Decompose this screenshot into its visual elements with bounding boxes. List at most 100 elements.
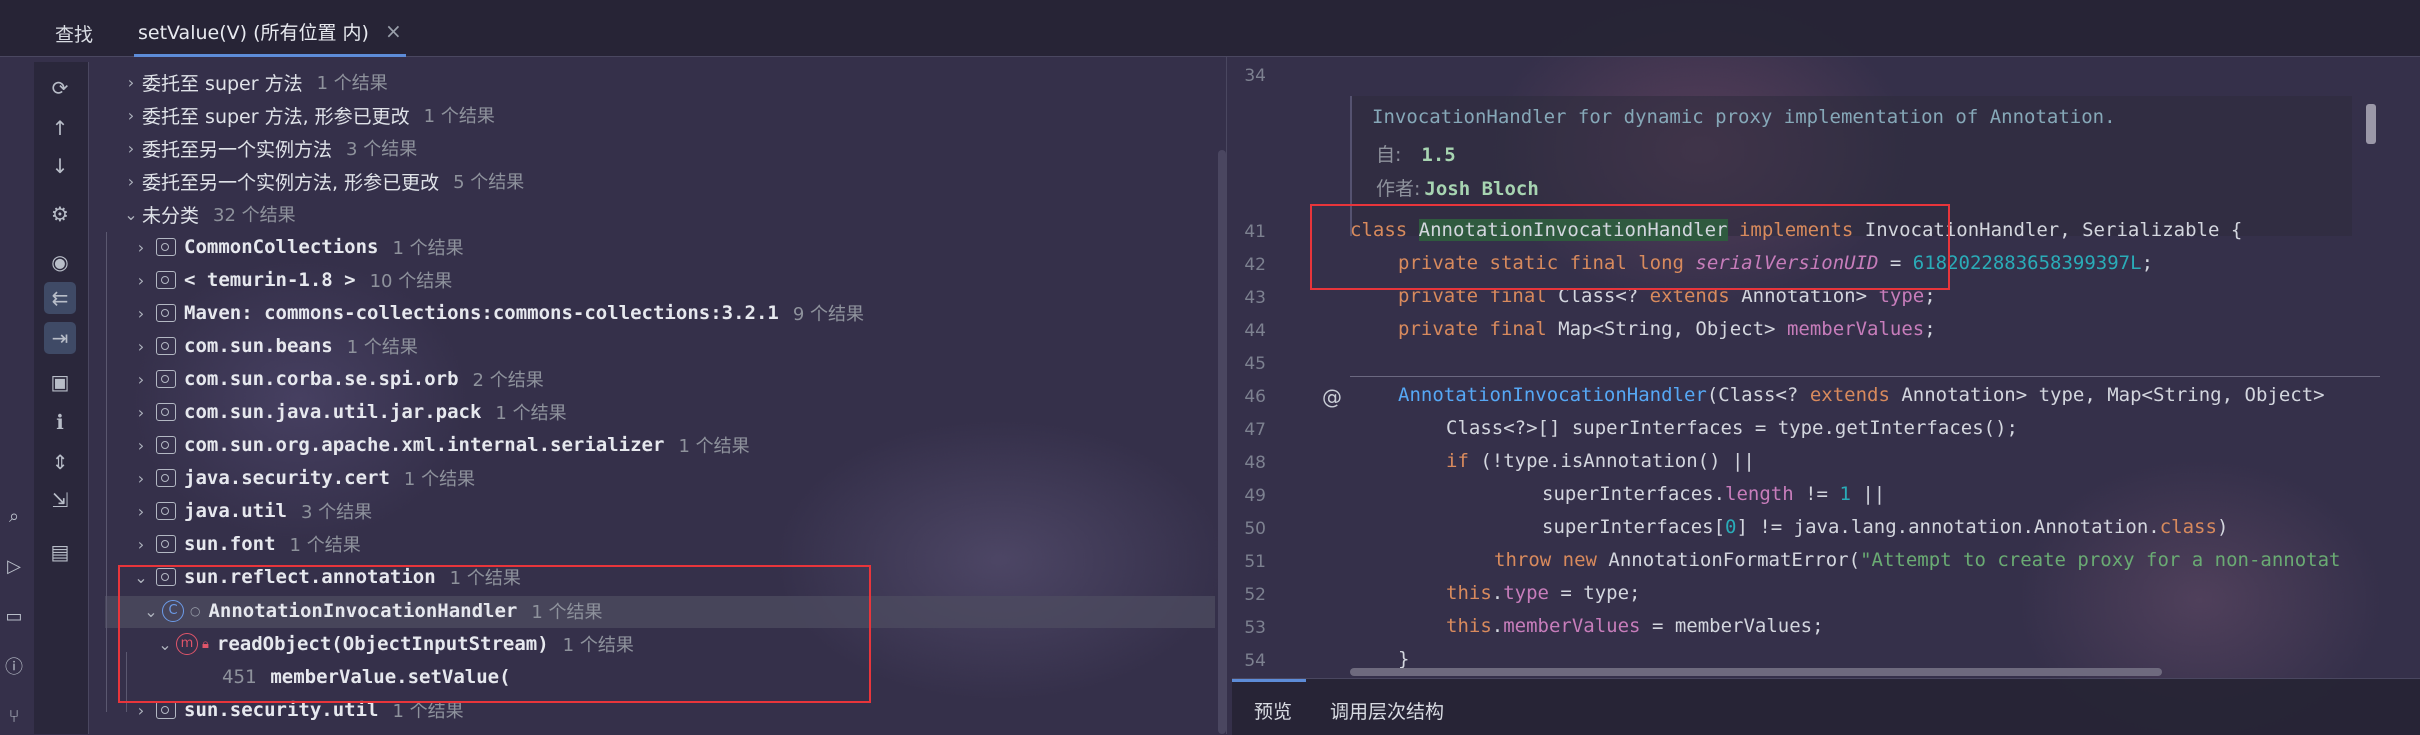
tree-node-library[interactable]: › < temurin-1.8 > 10 个结果 [130,265,452,295]
package-icon [156,701,176,719]
close-icon[interactable]: × [385,19,402,43]
group-by-directory-icon[interactable]: ▣ [44,366,76,398]
tree-node-package[interactable]: › com.sun.java.util.jar.pack 1 个结果 [130,397,567,427]
layout-icon[interactable]: ▤ [44,536,76,568]
javadoc-summary: InvocationHandler for dynamic proxy impl… [1372,106,2116,128]
tree-node-package[interactable]: › com.sun.corba.se.spi.orb 2 个结果 [130,364,544,394]
tab-search-results[interactable]: setValue(V) (所有位置 内) × [134,8,406,57]
line-number: 54 [1244,651,1266,671]
expand-all-icon[interactable]: ⇕ [44,446,76,478]
editor-horizontal-scrollbar[interactable] [1350,668,2162,676]
package-icon [156,535,176,553]
group-by-module-icon[interactable]: ⇥ [44,322,76,354]
chevron-right-icon: › [137,534,145,554]
search-icon[interactable]: ⌕ [2,504,26,528]
code-line: superInterfaces.length != 1 || [1542,483,1886,505]
tree-node-package[interactable]: › java.util 3 个结果 [130,496,372,526]
line-number: 34 [1244,66,1266,86]
tool-window-header: 查找 setValue(V) (所有位置 内) × [0,0,2420,57]
chevron-right-icon: › [127,171,135,191]
package-icon [156,502,176,520]
line-number: 41 [1244,222,1266,242]
find-toolbar: ⟳ ↑ ↓ ⚙ ◉ ⇇ ⇥ ▣ ℹ ⇕ ⇲ ▤ [34,62,89,734]
code-line: AnnotationInvocationHandler(Class<? exte… [1398,384,2337,406]
line-number: 53 [1244,618,1266,638]
library-icon [156,271,176,289]
chevron-down-icon: ⌄ [124,204,138,224]
chevron-right-icon: › [137,336,145,356]
tree-node-usage-group[interactable]: › 委托至另一个实例方法, 形参已更改 5 个结果 [120,166,524,196]
highlight-box [1310,204,1950,290]
tree-guide-line [106,232,107,712]
pane-divider[interactable] [1226,56,1227,734]
rerun-icon[interactable]: ⟳ [44,72,76,104]
tab-preview[interactable]: 预览 [1254,697,1292,724]
line-number: 43 [1244,288,1266,308]
line-number: 44 [1244,321,1266,341]
active-tab-indicator [1232,679,1306,682]
chevron-right-icon: › [137,303,145,323]
code-line: throw new AnnotationFormatError("Attempt… [1494,549,2341,571]
package-icon [156,370,176,388]
package-icon [156,436,176,454]
tree-node-library[interactable]: › Maven: commons-collections:commons-col… [130,298,864,328]
chevron-right-icon: › [137,402,145,422]
services-icon[interactable]: ▷ [2,554,26,578]
chevron-right-icon: › [137,700,145,720]
search-tab-title: setValue(V) (所有位置 内) [138,21,369,44]
line-number: 50 [1244,519,1266,539]
line-number: 52 [1244,585,1266,605]
line-number: 51 [1244,552,1266,572]
code-line: this.memberValues = memberValues; [1446,615,1824,637]
next-occurrence-icon[interactable]: ↓ [44,150,76,182]
collapse-all-icon[interactable]: ⇲ [44,484,76,516]
code-line: superInterfaces[0] != java.lang.annotati… [1542,516,2229,538]
tree-node-usage-group[interactable]: › 委托至另一个实例方法 3 个结果 [120,133,417,163]
tab-call-hierarchy[interactable]: 调用层次结构 [1330,697,1444,724]
package-icon [156,337,176,355]
info-icon[interactable]: ℹ [44,406,76,438]
tree-node-package[interactable]: › com.sun.beans 1 个结果 [130,331,418,361]
annotation-gutter-icon[interactable]: @ [1322,385,1342,409]
tree-node-package[interactable]: › java.security.cert 1 个结果 [130,463,475,493]
previous-occurrence-icon[interactable]: ↑ [44,112,76,144]
terminal-icon[interactable]: ▭ [2,604,26,628]
chevron-right-icon: › [137,468,145,488]
tree-node-usage-group[interactable]: › 委托至 super 方法 1 个结果 [120,67,388,97]
tree-node-uncategorized[interactable]: ⌄ 未分类 32 个结果 [120,199,295,229]
tree-scrollbar[interactable] [1218,150,1226,734]
code-line: } [1398,648,1410,670]
line-number: 42 [1244,255,1266,275]
find-tool-window-label[interactable]: 查找 [55,20,93,47]
group-by-usage-type-icon[interactable]: ⇇ [44,282,76,314]
chevron-right-icon: › [127,105,135,125]
chevron-right-icon: › [137,501,145,521]
line-number: 45 [1244,354,1266,374]
line-number: 49 [1244,486,1266,506]
line-number: 48 [1244,453,1266,473]
highlight-box [118,565,871,703]
line-number: 47 [1244,420,1266,440]
left-edge-toolbar: ⌕ ▷ ▭ ⓘ ⑂ [0,490,30,734]
preview-icon[interactable]: ◉ [44,246,76,278]
code-line: private final Map<String, Object> member… [1398,318,1936,340]
code-line: this.type = type; [1446,582,1641,604]
line-number: 46 [1244,387,1266,407]
javadoc-since: 自: 1.5 [1376,144,1456,166]
tree-node-usage-group[interactable]: › 委托至 super 方法, 形参已更改 1 个结果 [120,100,495,130]
method-separator [1350,376,2380,377]
code-preview-editor[interactable]: 34 InvocationHandler for dynamic proxy i… [1232,62,2420,671]
tree-node-package[interactable]: › com.sun.org.apache.xml.internal.serial… [130,430,750,460]
folder-icon [156,238,176,256]
git-icon[interactable]: ⑂ [2,704,26,728]
chevron-right-icon: › [137,270,145,290]
editor-vertical-scrollbar[interactable] [2366,104,2376,144]
code-line: if (!type.isAnnotation() || [1446,450,1755,472]
problems-icon[interactable]: ⓘ [2,654,26,678]
tree-node-package[interactable]: › sun.font 1 个结果 [130,529,361,559]
javadoc-author: 作者: Josh Bloch [1376,178,1539,200]
chevron-right-icon: › [137,237,145,257]
settings-icon[interactable]: ⚙ [44,198,76,230]
tree-node-module[interactable]: › CommonCollections 1 个结果 [130,232,464,262]
library-icon [156,304,176,322]
